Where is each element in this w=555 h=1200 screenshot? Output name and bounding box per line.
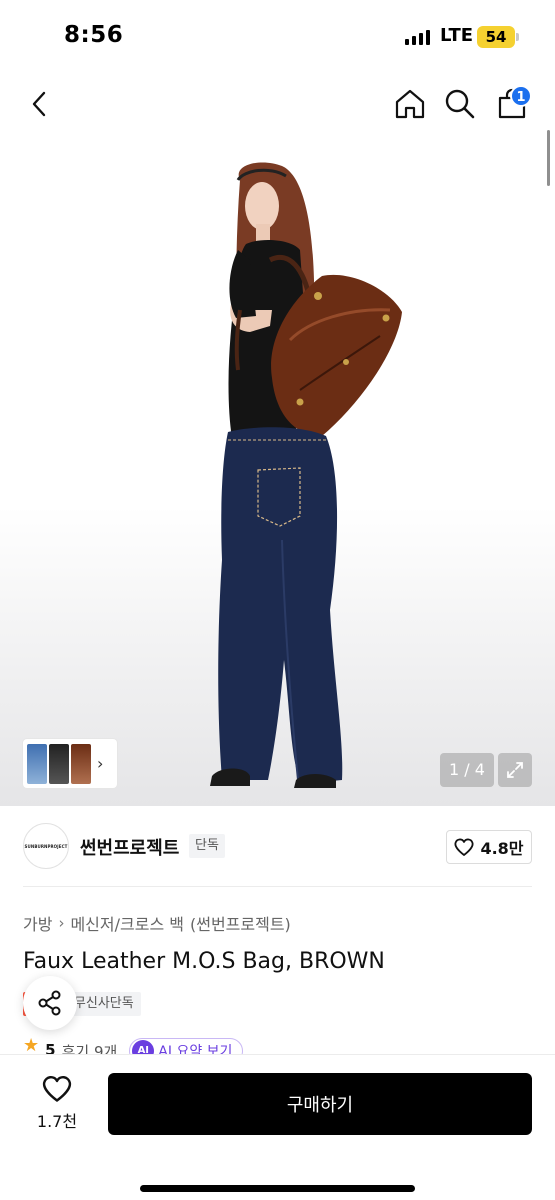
breadcrumb-item[interactable]: (썬번프로젝트)	[190, 911, 291, 935]
share-icon	[38, 990, 61, 1016]
heart-icon	[454, 838, 474, 856]
thumbnail-strip[interactable]: ›	[23, 739, 117, 788]
wishlist-count: 1.7천	[36, 1112, 78, 1131]
home-icon	[395, 89, 425, 119]
buy-button[interactable]: 구매하기	[108, 1073, 532, 1135]
exclusive-tag: 단독	[189, 834, 225, 858]
scroll-indicator[interactable]	[547, 130, 550, 186]
home-indicator	[140, 1185, 415, 1192]
brand-row: SUNBURNPROJECT 썬번프로젝트 단독 4.8만	[0, 806, 555, 886]
status-time: 8:56	[64, 22, 124, 48]
back-button[interactable]	[22, 86, 58, 122]
brand-like-count: 4.8만	[480, 839, 524, 858]
top-navigation	[0, 70, 555, 140]
wishlist-button[interactable]: 1.7천	[28, 1075, 86, 1132]
breadcrumb-item[interactable]: 가방	[23, 911, 52, 935]
breadcrumb-item[interactable]: 메신저/크로스 백	[70, 911, 184, 935]
star-icon: ★	[23, 1038, 40, 1054]
chevron-right-icon: ›	[58, 914, 65, 932]
thumbnail-image[interactable]	[71, 743, 91, 784]
product-image[interactable]	[0, 140, 555, 806]
expand-icon	[507, 762, 523, 778]
battery-icon: 54	[477, 26, 515, 48]
signal-icon	[405, 29, 430, 45]
model-photo	[210, 162, 402, 788]
home-button[interactable]	[392, 86, 428, 122]
breadcrumb: 가방 › 메신저/크로스 백 (썬번프로젝트)	[23, 911, 291, 935]
cart-count-badge: 1	[510, 85, 532, 107]
ai-summary-label: AI 요약 보기	[158, 1044, 233, 1054]
search-button[interactable]	[442, 86, 478, 122]
rating-value: 5	[45, 1041, 56, 1054]
brand-logo[interactable]: SUNBURNPROJECT	[23, 823, 69, 869]
ai-icon: AI	[132, 1040, 155, 1054]
image-page-counter: 1 / 4	[440, 753, 494, 787]
review-summary[interactable]: ★ 5 후기 9개 AI AI 요약 보기	[23, 1038, 555, 1054]
network-label: LTE	[440, 25, 474, 46]
brand-like-button[interactable]: 4.8만	[446, 830, 532, 864]
product-title: Faux Leather M.O.S Bag, BROWN	[23, 949, 385, 974]
brand-name[interactable]: 썬번프로젝트	[80, 834, 179, 860]
exclusive-tag: 무신사단독	[66, 992, 141, 1016]
heart-icon	[42, 1076, 72, 1102]
thumbnail-image[interactable]	[27, 743, 47, 784]
chevron-right-icon: ›	[97, 754, 104, 773]
status-bar: 8:56 LTE 54	[0, 0, 555, 70]
battery-tip	[516, 33, 519, 41]
expand-button[interactable]	[498, 753, 532, 787]
chevron-left-icon	[32, 91, 46, 117]
thumbnail-image[interactable]	[49, 743, 69, 784]
ai-summary-button[interactable]: AI AI 요약 보기	[129, 1038, 244, 1054]
share-button[interactable]	[23, 976, 77, 1030]
bottom-purchase-bar: 1.7천 구매하기	[0, 1054, 555, 1200]
review-count[interactable]: 후기 9개	[62, 1041, 118, 1054]
search-icon	[445, 89, 475, 119]
divider	[23, 886, 532, 887]
